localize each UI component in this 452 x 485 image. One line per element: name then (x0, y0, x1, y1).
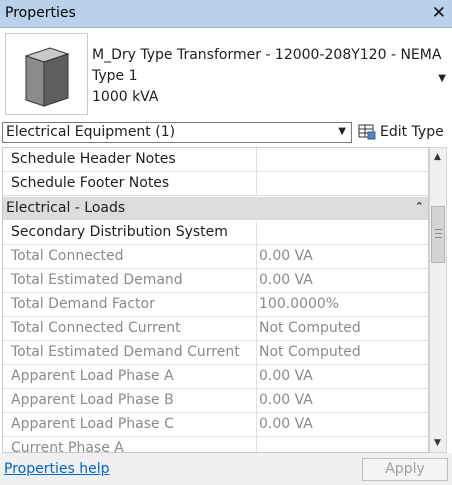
property-row[interactable]: Schedule Footer Notes (3, 172, 428, 196)
property-name: Secondary Distribution System (11, 224, 228, 240)
property-row[interactable]: Schedule Header Notes (3, 148, 428, 172)
property-value: 0.00 VA (259, 368, 313, 384)
property-row: Total Estimated Demand 0.00 VA (3, 269, 428, 293)
property-value: 0.00 VA (259, 416, 313, 432)
chevron-down-icon[interactable]: ▼ (338, 126, 346, 137)
type-family-name: M_Dry Type Transformer - 12000-208Y120 -… (92, 47, 442, 63)
property-row: Total Demand Factor 100.0000% (3, 293, 428, 317)
property-name: Current Phase A (11, 440, 124, 453)
property-row: Apparent Load Phase C 0.00 VA (3, 413, 428, 437)
group-header-electrical-loads[interactable]: Electrical - Loads ⌃ (3, 197, 428, 220)
footer-bar: Properties help Apply (0, 453, 452, 485)
properties-grid[interactable]: Schedule Header Notes Schedule Footer No… (2, 147, 429, 453)
property-value: 100.0000% (259, 296, 340, 312)
property-value: Not Computed (259, 320, 361, 336)
property-row: Total Connected 0.00 VA (3, 245, 428, 269)
property-row: Apparent Load Phase A 0.00 VA (3, 365, 428, 389)
scroll-down-icon[interactable]: ▼ (434, 438, 441, 448)
property-row: Total Estimated Demand Current Not Compu… (3, 341, 428, 365)
type-selector[interactable]: M_Dry Type Transformer - 12000-208Y120 -… (0, 28, 452, 122)
property-value: 0.00 VA (259, 248, 313, 264)
window-title: Properties (5, 5, 76, 21)
family-thumbnail (5, 33, 88, 115)
property-name: Total Connected Current (11, 320, 181, 336)
property-name: Total Estimated Demand (11, 272, 183, 288)
property-row[interactable]: Secondary Distribution System (3, 221, 428, 245)
group-title: Electrical - Loads (6, 200, 126, 216)
type-name: Type 1 (92, 68, 138, 84)
edit-type-button[interactable]: Edit Type (358, 122, 448, 144)
property-value: Not Computed (259, 344, 361, 360)
property-name: Total Estimated Demand Current (11, 344, 240, 360)
properties-scrollbar[interactable]: ▲ ▼ (429, 147, 447, 453)
title-bar: Properties ✕ (0, 0, 452, 28)
property-row: Current Phase A (3, 437, 428, 453)
properties-help-link[interactable]: Properties help (4, 461, 109, 477)
scroll-up-icon[interactable]: ▲ (434, 152, 441, 162)
property-row: Total Connected Current Not Computed (3, 317, 428, 341)
property-value: 0.00 VA (259, 392, 313, 408)
category-filter-dropdown[interactable]: Electrical Equipment (1) ▼ (2, 122, 352, 143)
category-filter-value: Electrical Equipment (1) (6, 124, 176, 140)
chevron-down-icon[interactable]: ▼ (438, 73, 446, 84)
property-name: Total Demand Factor (11, 296, 155, 312)
collapse-icon[interactable]: ⌃ (415, 200, 424, 213)
property-name: Total Connected (11, 248, 124, 264)
property-row: Apparent Load Phase B 0.00 VA (3, 389, 428, 413)
property-name: Apparent Load Phase B (11, 392, 174, 408)
close-icon[interactable]: ✕ (432, 3, 446, 23)
property-name: Schedule Header Notes (11, 151, 176, 167)
property-value: 0.00 VA (259, 272, 313, 288)
scrollbar-thumb[interactable] (431, 206, 445, 263)
property-name: Apparent Load Phase C (11, 416, 174, 432)
type-rating: 1000 kVA (92, 89, 159, 105)
property-name: Apparent Load Phase A (11, 368, 174, 384)
edit-type-label: Edit Type (380, 124, 444, 140)
apply-button[interactable]: Apply (362, 458, 448, 481)
edit-type-icon (358, 124, 376, 144)
property-name: Schedule Footer Notes (11, 175, 170, 191)
